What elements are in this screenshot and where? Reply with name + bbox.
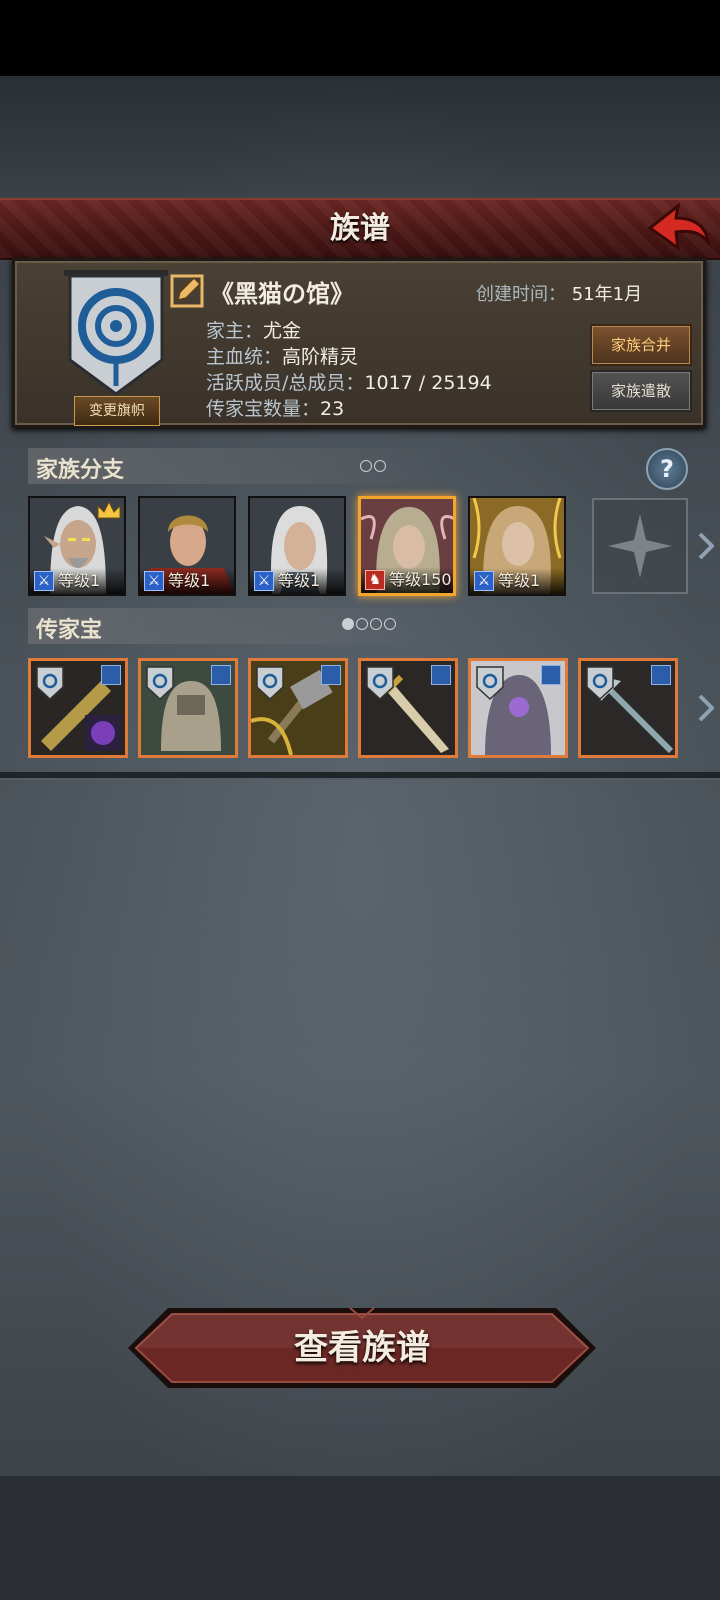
- family-shield-icon: [366, 666, 394, 701]
- page-dot: [374, 460, 386, 472]
- family-shield-icon: [256, 666, 284, 701]
- heirloom-count-label: 传家宝数量：: [206, 398, 321, 420]
- heirlooms-title: 传家宝: [36, 618, 103, 643]
- person-icon: [101, 665, 121, 685]
- help-button[interactable]: ?: [646, 448, 688, 490]
- person-icon: [211, 665, 231, 685]
- heirloom-item-spear[interactable]: [578, 658, 678, 758]
- branch-card[interactable]: ⚔ 等级1: [248, 496, 346, 596]
- family-banner[interactable]: [60, 268, 172, 398]
- page-dot: [360, 460, 372, 472]
- sword-class-icon: ⚔: [144, 571, 164, 591]
- family-disband-button[interactable]: 家族遣散: [590, 370, 692, 412]
- branch-card[interactable]: ⚔ 等级1: [28, 496, 126, 596]
- branch-level: 等级1: [498, 571, 541, 590]
- family-shield-icon: [146, 666, 174, 701]
- family-head-label: 家主：: [206, 320, 264, 342]
- title-bar: 族谱: [0, 198, 720, 260]
- cross-emblem-icon: [608, 514, 672, 578]
- person-icon: [541, 665, 561, 685]
- bloodline-value: 高阶精灵: [282, 346, 359, 368]
- created-label: 创建时间：: [476, 284, 566, 305]
- member-count-value: 1017 / 25194: [364, 372, 492, 394]
- person-icon: [651, 665, 671, 685]
- bloodline-label: 主血统：: [206, 346, 283, 368]
- sword-class-icon: ⚔: [254, 571, 274, 591]
- edit-icon[interactable]: [170, 274, 204, 308]
- branch-card-selected[interactable]: ♞ 等级150: [358, 496, 456, 596]
- member-count-label: 活跃成员/总成员：: [206, 372, 365, 394]
- page-dot: [384, 618, 396, 630]
- family-head-value: 尤金: [263, 320, 302, 342]
- branch-level: 等级1: [58, 571, 101, 590]
- heirloom-item-plate[interactable]: [468, 658, 568, 758]
- sword-class-icon: ⚔: [474, 571, 494, 591]
- page-dot: [356, 618, 368, 630]
- back-arrow-icon[interactable]: [646, 202, 712, 254]
- family-name: 《黑猫の馆》: [210, 280, 354, 308]
- bottom-band: [0, 1476, 720, 1600]
- status-bar-area: [0, 0, 720, 76]
- heirloom-item-dagger[interactable]: [28, 658, 128, 758]
- view-family-tree-button[interactable]: 查看族谱: [122, 1304, 602, 1392]
- heirloom-count: 传家宝数量：23: [206, 394, 344, 421]
- branch-level: 等级1: [278, 571, 321, 590]
- heirloom-item-sword[interactable]: [358, 658, 458, 758]
- person-icon: [321, 665, 341, 685]
- heirloom-item-hammer[interactable]: [248, 658, 348, 758]
- sword-class-icon: ⚔: [34, 571, 54, 591]
- created-time: 创建时间： 51年1月: [476, 280, 642, 306]
- branch-card[interactable]: ⚔ 等级1: [468, 496, 566, 596]
- family-shield-icon: [36, 666, 64, 701]
- crown-icon: [97, 500, 121, 519]
- heirlooms-next-arrow-icon[interactable]: [698, 694, 714, 722]
- created-value: 51年1月: [571, 284, 643, 305]
- family-merge-button[interactable]: 家族合并: [590, 324, 692, 366]
- page-title: 族谱: [330, 211, 390, 246]
- page-dot: [370, 618, 382, 630]
- family-head: 家主：尤金: [206, 316, 301, 343]
- branches-page-dots: [360, 460, 386, 474]
- empty-branch-slot[interactable]: [592, 498, 688, 594]
- branch-level: 等级1: [168, 571, 211, 590]
- family-shield-icon: [476, 666, 504, 701]
- bloodline: 主血统：高阶精灵: [206, 342, 358, 369]
- heirloom-item-armor[interactable]: [138, 658, 238, 758]
- heirlooms-page-dots: [342, 618, 396, 632]
- branches-next-arrow-icon[interactable]: [698, 532, 714, 560]
- branch-card[interactable]: ⚔ 等级1: [138, 496, 236, 596]
- branch-level: 等级150: [389, 570, 452, 589]
- branches-title: 家族分支: [36, 458, 125, 483]
- family-shield-icon: [586, 666, 614, 701]
- person-icon: [431, 665, 451, 685]
- page-dot: [342, 618, 354, 630]
- member-count: 活跃成员/总成员：1017 / 25194: [206, 368, 492, 395]
- change-banner-button[interactable]: 变更旗帜: [74, 396, 160, 426]
- section-divider: [0, 772, 720, 780]
- horse-class-icon: ♞: [365, 570, 385, 590]
- heirloom-count-value: 23: [320, 398, 345, 420]
